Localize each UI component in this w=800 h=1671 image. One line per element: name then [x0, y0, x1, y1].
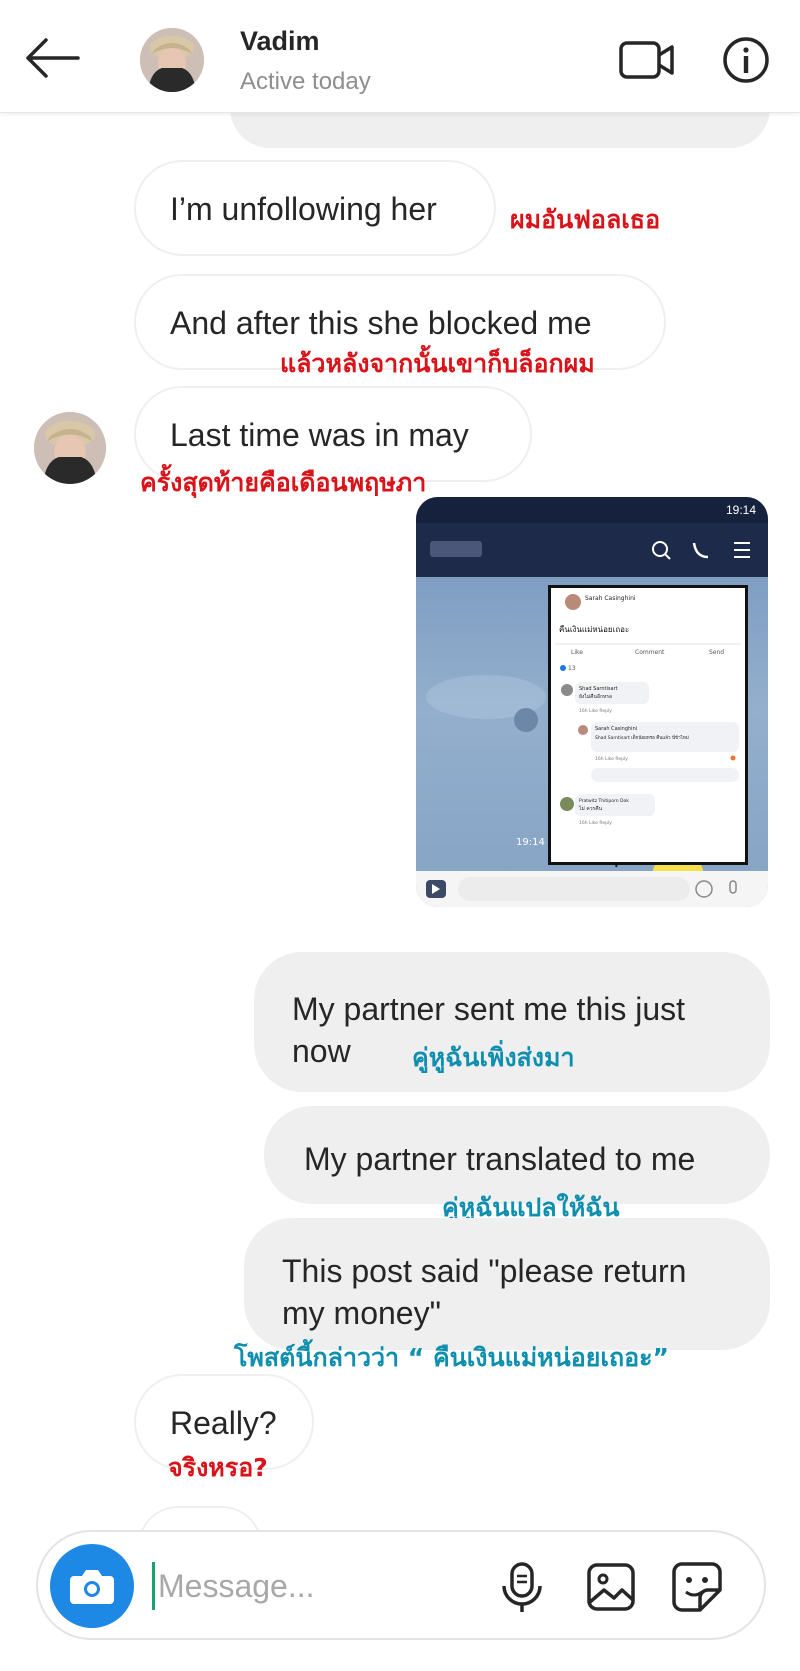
sender-avatar[interactable] [34, 412, 106, 484]
fb-comment-author: Sarah Casinghini [595, 726, 637, 732]
fb-like: Like [571, 649, 583, 656]
message-translation: ครั้งสุดท้ายคือเดือนพฤษภา [140, 468, 427, 497]
fb-comment-text: ไม่ ควรคืน [578, 805, 603, 812]
phone-clock: 19:14 [725, 503, 756, 517]
message-composer [36, 1530, 766, 1640]
line-chat-toolbar [416, 523, 768, 577]
message-text-line: My partner sent me this just [292, 991, 686, 1027]
video-call-icon[interactable] [618, 38, 676, 82]
fb-comment-meta: 16h Like Reply [595, 756, 628, 762]
contact-name[interactable]: Vadim [240, 26, 320, 57]
fb-send: Send [709, 649, 724, 656]
microphone-icon[interactable] [500, 1562, 544, 1614]
camera-icon [70, 1570, 114, 1604]
fb-author: Sarah Casinghini [585, 595, 636, 602]
message-text: Really? [170, 1405, 277, 1441]
message-text: And after this she blocked me [170, 305, 592, 341]
phone-status-bar: 19:14 [416, 497, 768, 523]
message-text: Last time was in may [170, 417, 469, 453]
fb-comment-author: Shad Sarntisart [579, 686, 618, 692]
message-text-line: my money" [282, 1295, 441, 1331]
fb-comment-meta: 16h Like Reply [579, 820, 612, 826]
shared-screenshot-image[interactable]: 19:14 19:14 Sarah Casinghini คืนเงินแม่ห… [416, 497, 768, 907]
info-icon[interactable] [722, 36, 770, 84]
fb-comment: Comment [635, 649, 665, 656]
contact-status: Active today [240, 68, 371, 95]
camera-button[interactable] [50, 1544, 134, 1628]
message-translation: ผมอันฟอลเธอ [510, 205, 661, 234]
line-input-bar [416, 871, 768, 907]
facebook-post-screenshot: Sarah Casinghini คืนเงินแม่หน่อยเถอะ Lik… [548, 585, 748, 865]
svg-text:19:14: 19:14 [516, 837, 545, 848]
contact-avatar[interactable] [140, 28, 204, 92]
sticker-icon[interactable] [670, 1560, 724, 1614]
message-translation: คู่หูฉันเพิ่งส่งมา [412, 1043, 575, 1072]
text-cursor [152, 1562, 155, 1610]
message-translation: จริงหรอ? [168, 1453, 268, 1482]
chat-header: Vadim Active today [0, 0, 800, 113]
gallery-icon[interactable] [586, 1562, 636, 1612]
message-translation: แล้วหลังจากนั้นเขาก็บล็อกผม [280, 349, 595, 378]
fb-reactions: 13 [568, 665, 576, 672]
fb-comment-meta: 16h Like Reply [579, 708, 612, 714]
message-text: My partner translated to me [304, 1141, 696, 1177]
message-text: I’m unfollowing her [170, 191, 437, 227]
message-translation: โพสต์นี้กล่าวว่า “ คืนเงินแม่หน่อยเถอะ” [234, 1343, 669, 1372]
message-input[interactable] [158, 1562, 478, 1610]
fb-comment-text: ยังไม่คืนอีกหรอ [579, 693, 612, 700]
my-message-bubble[interactable]: This post said "please return my money" [244, 1218, 770, 1350]
fb-post-text: คืนเงินแม่หน่อยเถอะ [559, 625, 629, 634]
message-text-line: This post said "please return [282, 1253, 687, 1289]
message-bubble[interactable]: I’m unfollowing her [134, 160, 496, 256]
fb-comment-author: Pratwitz Thitiporn Dok [579, 798, 629, 804]
back-arrow-icon[interactable] [22, 36, 82, 80]
